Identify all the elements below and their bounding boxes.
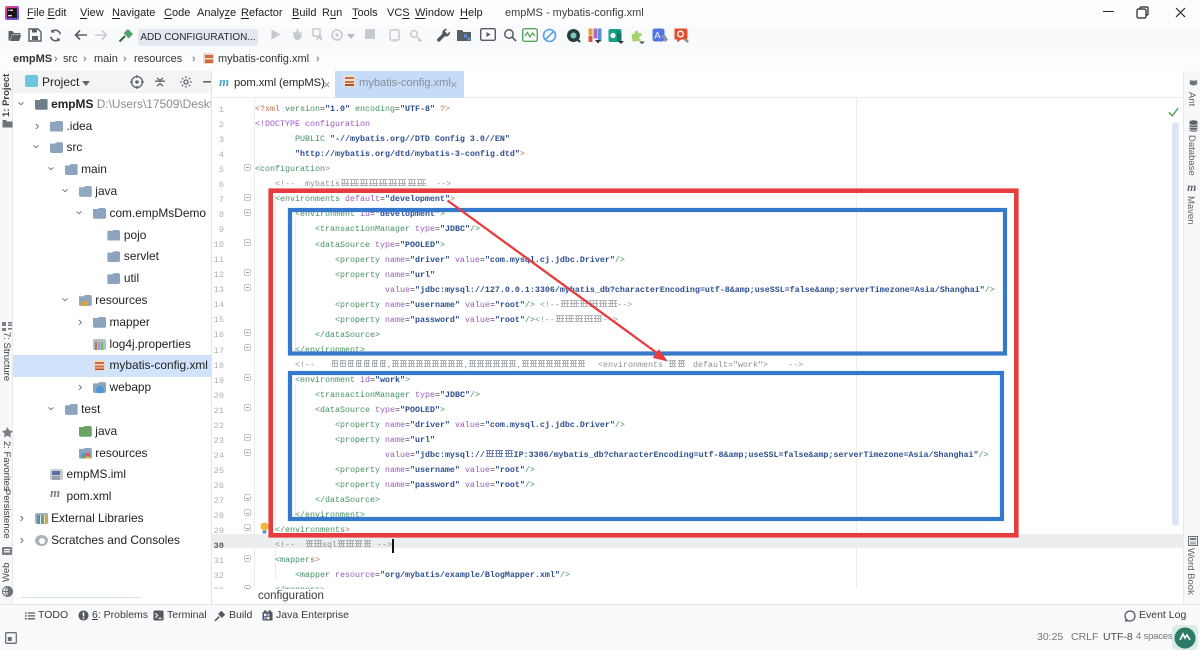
svg-text:A: A: [654, 31, 661, 42]
